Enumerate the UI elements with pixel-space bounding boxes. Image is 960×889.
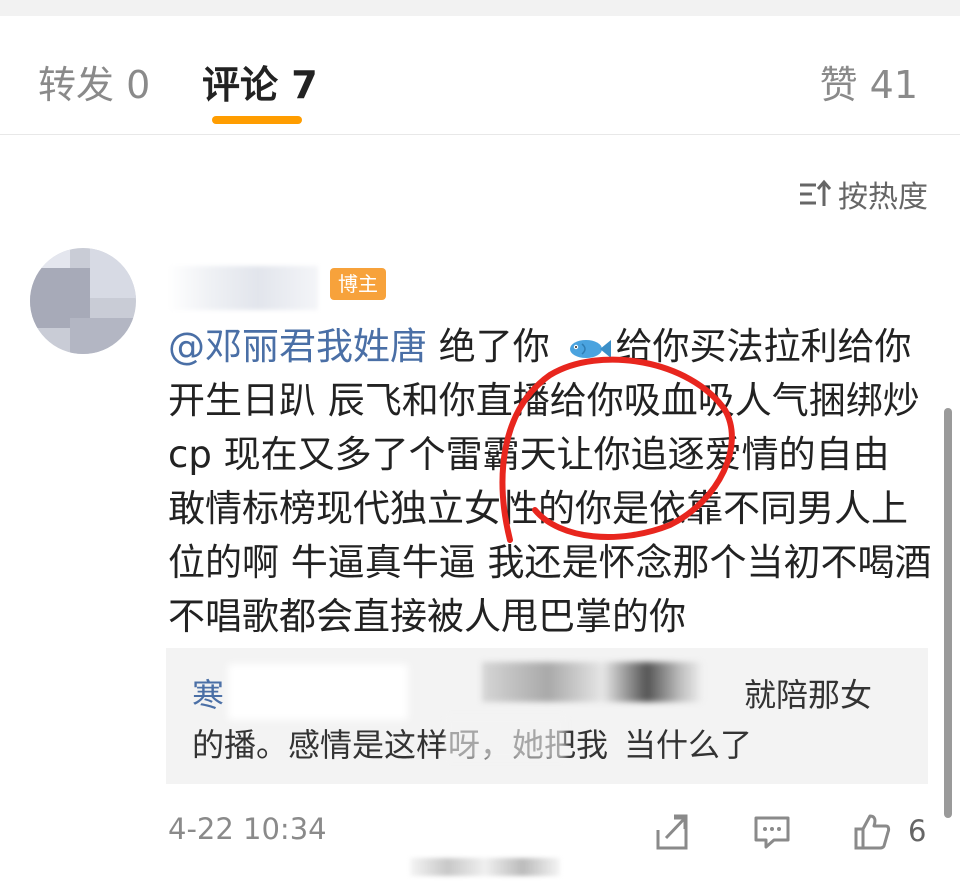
avatar[interactable] bbox=[30, 248, 136, 354]
username-blurred[interactable] bbox=[168, 266, 318, 310]
tab-comments[interactable]: 评论 7 bbox=[202, 54, 318, 109]
sort-icon bbox=[800, 179, 832, 206]
comment-footer: 4-22 10:34 6 bbox=[168, 812, 938, 852]
top-strip bbox=[0, 0, 960, 16]
like-icon[interactable] bbox=[852, 812, 892, 852]
tab-bar: 转发 0 评论 7 赞 41 bbox=[0, 16, 960, 135]
tab-reposts[interactable]: 转发 0 bbox=[38, 54, 150, 109]
reply-author[interactable]: 寒 bbox=[192, 676, 224, 714]
sort-label: 按热度 bbox=[838, 180, 928, 215]
reply-text-part1: 就陪那女 bbox=[744, 676, 873, 714]
reply-box[interactable]: 寒就陪那女 的播。感情是这样呀，她把我 当什么了 bbox=[166, 648, 928, 784]
reply-text-part3: 当什么了 bbox=[624, 726, 753, 764]
like-count: 6 bbox=[908, 814, 927, 848]
reply-blur-mask-1 bbox=[228, 664, 408, 720]
comment-time: 4-22 10:34 bbox=[168, 812, 327, 846]
author-badge: 博主 bbox=[330, 268, 386, 300]
reply-blur-mask-2 bbox=[482, 662, 702, 702]
tab-likes[interactable]: 赞 41 bbox=[820, 54, 918, 109]
scrollbar[interactable] bbox=[944, 408, 952, 818]
comment-icon[interactable] bbox=[752, 812, 792, 852]
reply-blur-mask-3 bbox=[446, 716, 566, 760]
sort-button[interactable]: 按热度 bbox=[798, 172, 928, 216]
watermark-blur bbox=[410, 858, 560, 876]
active-tab-indicator bbox=[212, 116, 302, 124]
red-circle-annotation bbox=[499, 356, 735, 543]
share-icon[interactable] bbox=[652, 812, 692, 852]
mention-link[interactable]: @邓丽君我姓唐 bbox=[168, 325, 427, 368]
